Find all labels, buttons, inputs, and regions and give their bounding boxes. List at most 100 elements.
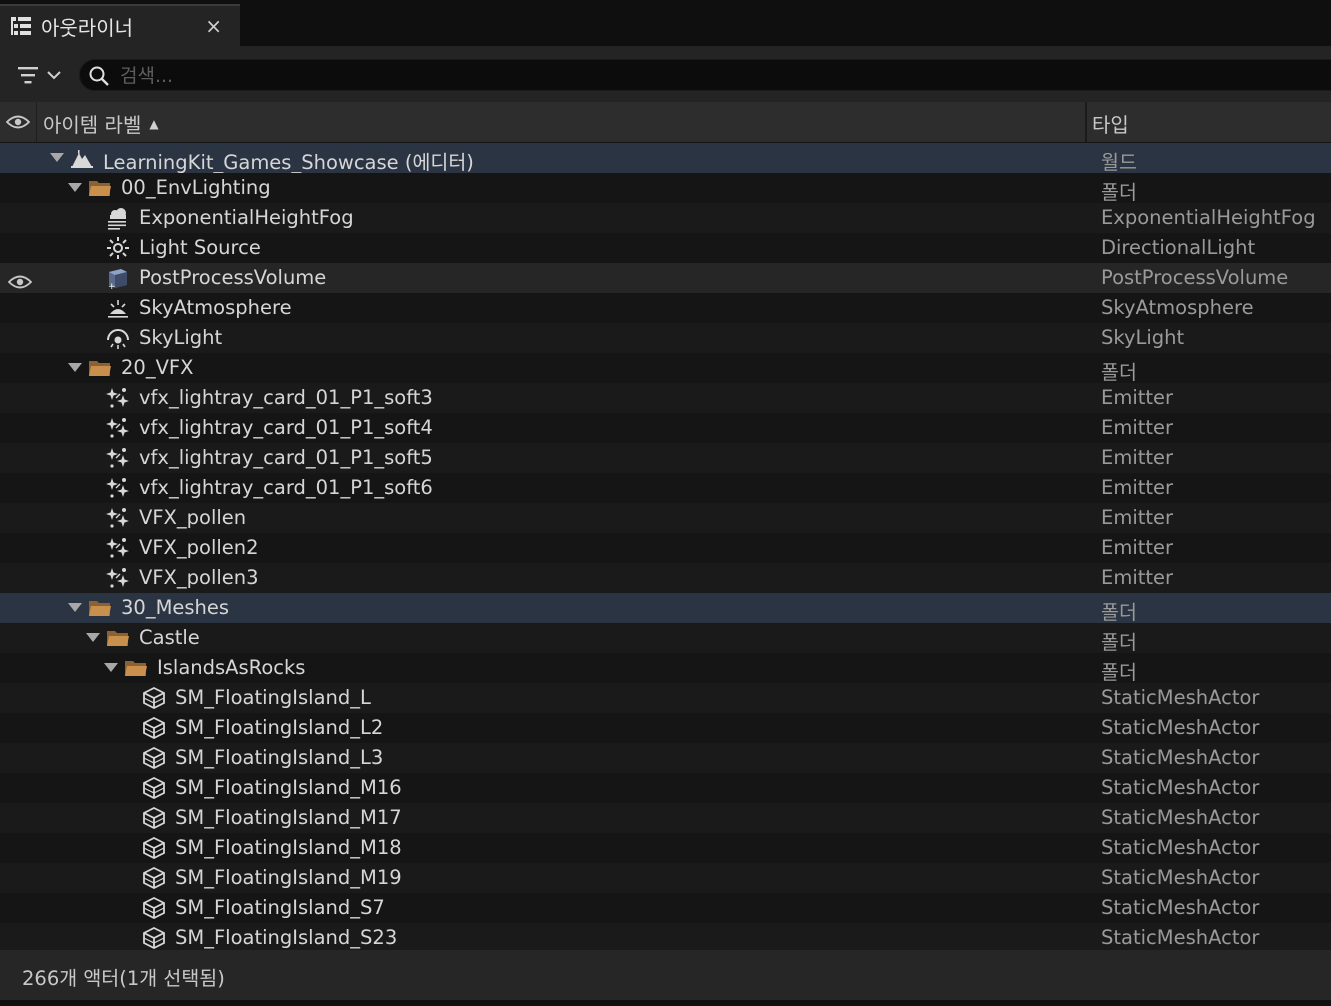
tree-row[interactable]: VFX_pollen Emitter <box>0 503 1331 533</box>
tree-row[interactable]: SM_FloatingIsland_M19 StaticMeshActor <box>0 863 1331 893</box>
filter-icon <box>18 67 38 84</box>
tree-row[interactable]: LearningKit_Games_Showcase (에디터) 월드 <box>0 143 1331 174</box>
row-type: Emitter <box>1101 446 1174 469</box>
search-icon <box>89 66 109 86</box>
tree-row[interactable]: 00_EnvLighting 폴더 <box>0 173 1331 204</box>
svg-text:+: + <box>108 282 116 290</box>
tab-bar: 아웃라이너 × <box>0 0 1331 46</box>
tree-row[interactable]: vfx_lightray_card_01_P1_soft6 Emitter <box>0 473 1331 503</box>
tree-row[interactable]: vfx_lightray_card_01_P1_soft5 Emitter <box>0 443 1331 473</box>
folder-icon <box>88 176 112 200</box>
row-label: vfx_lightray_card_01_P1_soft5 <box>139 446 433 469</box>
row-type: StaticMeshActor <box>1101 686 1260 709</box>
outliner-tree: LearningKit_Games_Showcase (에디터) 월드 00_Env… <box>0 143 1331 950</box>
tree-row[interactable]: SM_FloatingIsland_L2 StaticMeshActor <box>0 713 1331 743</box>
tree-row[interactable]: SM_FloatingIsland_S7 StaticMeshActor <box>0 893 1331 923</box>
actor-count: 266개 액터(1개 선택됨) <box>22 967 225 990</box>
tree-row[interactable]: + PostProcessVolume PostProcessVolume <box>0 263 1331 293</box>
expand-arrow-icon[interactable] <box>50 153 64 162</box>
tree-row[interactable]: SkyLight SkyLight <box>0 323 1331 353</box>
tree-row[interactable]: IslandsAsRocks 폴더 <box>0 653 1331 684</box>
tree-row[interactable]: Light Source DirectionalLight <box>0 233 1331 263</box>
row-label: SM_FloatingIsland_M17 <box>175 806 402 829</box>
tree-row[interactable]: SM_FloatingIsland_M17 StaticMeshActor <box>0 803 1331 833</box>
tree-row[interactable]: SkyAtmosphere SkyAtmosphere <box>0 293 1331 323</box>
row-type: StaticMeshActor <box>1101 896 1260 919</box>
row-label: LearningKit_Games_Showcase (에디터) <box>103 151 474 174</box>
expand-arrow-icon[interactable] <box>68 183 82 192</box>
search-input[interactable] <box>118 63 1122 89</box>
folder-icon <box>88 596 112 620</box>
row-type: 폴더 <box>1101 361 1137 384</box>
row-label: Light Source <box>139 236 261 259</box>
row-label: 00_EnvLighting <box>121 176 271 199</box>
tree-row[interactable]: SM_FloatingIsland_L3 StaticMeshActor <box>0 743 1331 773</box>
status-bar: 266개 액터(1개 선택됨) <box>0 950 1331 1000</box>
emitter-icon <box>106 476 130 500</box>
sort-ascending-icon: ▲ <box>149 116 159 131</box>
row-label: SM_FloatingIsland_M18 <box>175 836 402 859</box>
tree-row[interactable]: ExponentialHeightFog ExponentialHeightFog <box>0 203 1331 233</box>
world-icon <box>70 146 94 170</box>
row-label: VFX_pollen2 <box>139 536 259 559</box>
expand-arrow-icon[interactable] <box>86 633 100 642</box>
fog-icon <box>106 206 130 230</box>
expand-arrow-icon[interactable] <box>68 363 82 372</box>
row-label: SM_FloatingIsland_L3 <box>175 746 384 769</box>
row-type: Emitter <box>1101 566 1174 589</box>
close-icon[interactable]: × <box>205 14 222 38</box>
sky-atmosphere-icon <box>106 296 130 320</box>
row-label: SM_FloatingIsland_L <box>175 686 371 709</box>
visibility-eye-icon[interactable] <box>7 271 33 295</box>
row-label: 20_VFX <box>121 356 194 379</box>
expand-arrow-icon[interactable] <box>104 663 118 672</box>
expand-arrow-icon[interactable] <box>68 603 82 612</box>
static-mesh-icon <box>142 686 166 710</box>
folder-icon <box>124 656 148 680</box>
tree-row[interactable]: SM_FloatingIsland_M18 StaticMeshActor <box>0 833 1331 863</box>
tree-row[interactable]: SM_FloatingIsland_S23 StaticMeshActor <box>0 923 1331 950</box>
chevron-down-icon <box>47 71 61 80</box>
tab-title: 아웃라이너 <box>41 15 133 40</box>
row-label: SM_FloatingIsland_L2 <box>175 716 384 739</box>
row-type: SkyLight <box>1101 326 1185 349</box>
item-label-header-text: 아이템 라벨 <box>43 113 142 137</box>
visibility-column-header[interactable] <box>0 102 37 142</box>
tree-row[interactable]: 20_VFX 폴더 <box>0 353 1331 384</box>
tree-row[interactable]: VFX_pollen3 Emitter <box>0 563 1331 593</box>
row-label: SkyLight <box>139 326 223 349</box>
row-label: SM_FloatingIsland_M16 <box>175 776 402 799</box>
tree-row[interactable]: vfx_lightray_card_01_P1_soft3 Emitter <box>0 383 1331 413</box>
row-type: StaticMeshActor <box>1101 806 1260 829</box>
eye-icon <box>6 115 30 129</box>
type-column-header[interactable]: 타입 <box>1092 109 1129 138</box>
panel-bottom-edge <box>0 1000 1331 1006</box>
tree-row[interactable]: vfx_lightray_card_01_P1_soft4 Emitter <box>0 413 1331 443</box>
row-type: Emitter <box>1101 386 1174 409</box>
row-type: StaticMeshActor <box>1101 926 1260 949</box>
row-type: 폴더 <box>1101 601 1137 624</box>
row-label: VFX_pollen <box>139 506 247 529</box>
static-mesh-icon <box>142 866 166 890</box>
filter-button[interactable] <box>16 62 66 88</box>
tree-row[interactable]: SM_FloatingIsland_M16 StaticMeshActor <box>0 773 1331 803</box>
tree-row[interactable]: VFX_pollen2 Emitter <box>0 533 1331 563</box>
row-type: SkyAtmosphere <box>1101 296 1254 319</box>
row-type: Emitter <box>1101 506 1174 529</box>
tree-row[interactable]: 30_Meshes 폴더 <box>0 593 1331 624</box>
row-label: vfx_lightray_card_01_P1_soft6 <box>139 476 433 499</box>
row-type: ExponentialHeightFog <box>1101 206 1316 229</box>
column-resize-handle[interactable] <box>1085 102 1087 142</box>
tree-row[interactable]: SM_FloatingIsland_L StaticMeshActor <box>0 683 1331 713</box>
static-mesh-icon <box>142 926 166 950</box>
row-label: VFX_pollen3 <box>139 566 259 589</box>
tab-outliner[interactable]: 아웃라이너 × <box>0 4 240 46</box>
tree-row[interactable]: Castle 폴더 <box>0 623 1331 654</box>
row-type: StaticMeshActor <box>1101 746 1260 769</box>
row-type: Emitter <box>1101 476 1174 499</box>
emitter-icon <box>106 566 130 590</box>
item-label-column-header[interactable]: 아이템 라벨 ▲ <box>43 109 159 138</box>
search-box[interactable] <box>79 59 1331 91</box>
static-mesh-icon <box>142 896 166 920</box>
skylight-icon <box>106 326 130 350</box>
